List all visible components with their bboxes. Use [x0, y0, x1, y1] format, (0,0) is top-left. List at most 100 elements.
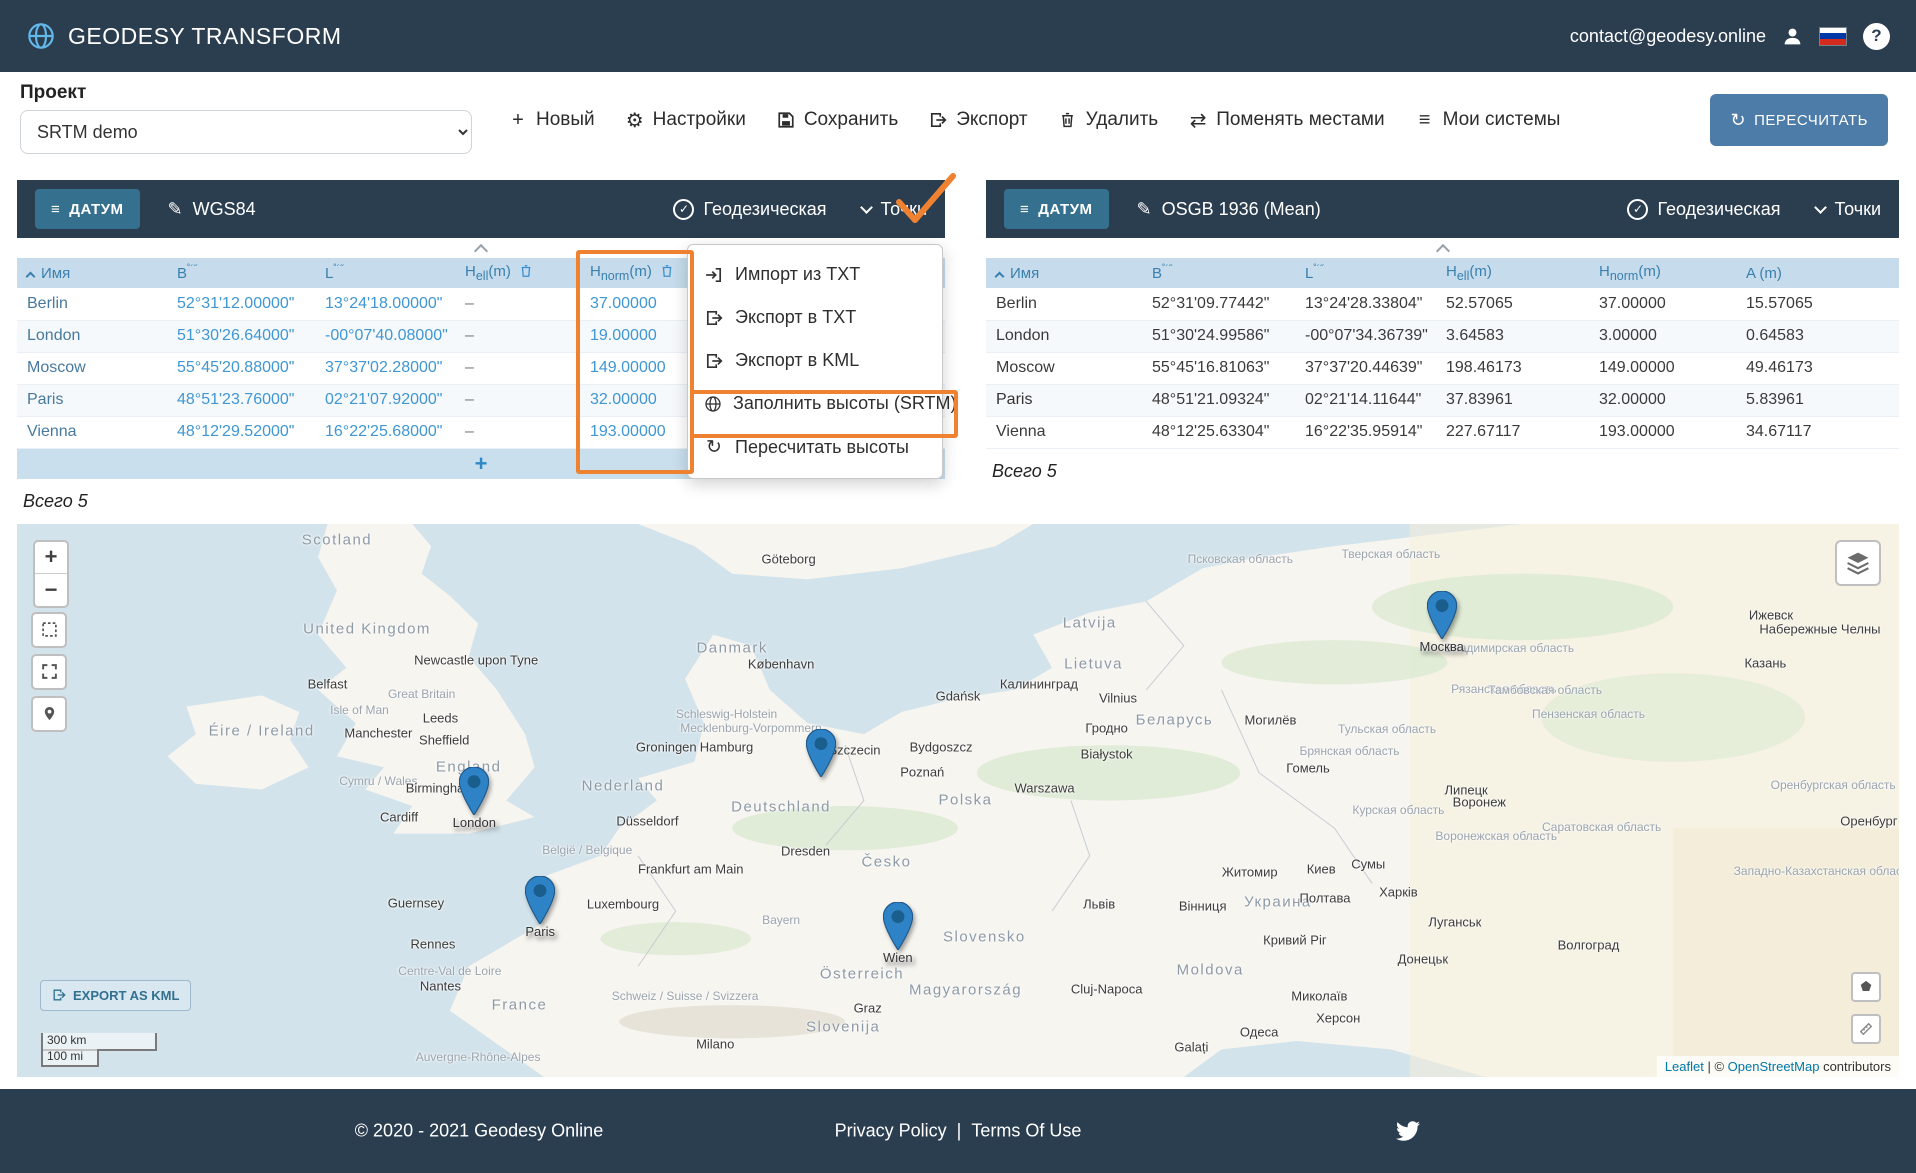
column-header-a[interactable]: A (m): [1736, 258, 1899, 288]
map-label: Česko: [861, 854, 911, 871]
menu-item-export-kml[interactable]: Экспорт в KML: [688, 339, 942, 382]
swap-icon: ⇄: [1188, 108, 1208, 133]
map-label: Миколаїв: [1291, 988, 1347, 1003]
map-label: Казань: [1744, 655, 1786, 670]
map-label: Manchester: [344, 725, 412, 740]
map-label: Волгоград: [1558, 938, 1620, 953]
map-label: Mecklenburg-Vorpommern: [680, 721, 821, 735]
help-icon[interactable]: ?: [1863, 23, 1890, 50]
plus-icon: +: [508, 109, 528, 132]
column-header-l[interactable]: L˚´˝: [1295, 258, 1436, 288]
map-label: Éire / Ireland: [209, 722, 315, 739]
map-label: Polska: [939, 792, 993, 809]
map-label: Frankfurt am Main: [638, 861, 743, 876]
map-label: Isle of Man: [330, 703, 389, 717]
zoom-out-button[interactable]: −: [35, 574, 67, 606]
marker-label: Wien: [883, 950, 913, 965]
map-marker-paris[interactable]: Paris: [525, 876, 555, 924]
marker-label: Москва: [1419, 639, 1463, 654]
map-label: Херсон: [1316, 1010, 1360, 1025]
leaflet-link[interactable]: Leaflet: [1665, 1059, 1704, 1074]
map-label: Саратовская область: [1542, 820, 1661, 834]
export-as-kml-button[interactable]: EXPORT AS KML: [40, 980, 191, 1011]
layers-button[interactable]: [1835, 540, 1881, 586]
my-systems-button[interactable]: ≡ Мои системы: [1415, 109, 1561, 132]
column-header-hell[interactable]: Hell(m): [1436, 258, 1589, 288]
map[interactable]: ScotlandUnited KingdomGreat BritainIsle …: [17, 524, 1899, 1077]
draw-tool-button[interactable]: [1851, 972, 1881, 1002]
osm-link[interactable]: OpenStreetMap: [1728, 1059, 1820, 1074]
map-label: Moldova: [1177, 962, 1244, 979]
map-label: Владимирская область: [1445, 641, 1574, 655]
map-label: Донецьк: [1398, 952, 1449, 967]
menu-item-import-txt[interactable]: Импорт из TXT: [688, 253, 942, 296]
settings-button[interactable]: ⚙ Настройки: [625, 108, 746, 133]
coord-type-selector[interactable]: ✓ Геодезическая: [1627, 199, 1780, 220]
swap-button[interactable]: ⇄ Поменять местами: [1188, 108, 1384, 133]
datum-name[interactable]: ✎ WGS84: [168, 199, 256, 220]
twitter-icon[interactable]: [1394, 1119, 1422, 1143]
map-marker-london[interactable]: London: [459, 767, 489, 815]
datum-button[interactable]: ≡ ДАТУМ: [35, 189, 140, 229]
menu-item-fill-heights-srtm[interactable]: Заполнить высоты (SRTM): [688, 382, 942, 425]
privacy-policy-link[interactable]: Privacy Policy: [835, 1120, 947, 1141]
export-icon: [928, 111, 948, 129]
column-header-l[interactable]: L˚´˝: [315, 258, 455, 288]
project-select[interactable]: SRTM demo: [20, 110, 472, 154]
map-marker-berlin[interactable]: [806, 729, 836, 777]
column-header-b[interactable]: B˚´˝: [1142, 258, 1295, 288]
table-row: London 51°30'24.99586" -00°07'34.36739" …: [986, 320, 1899, 352]
total-count: Всего 5: [992, 461, 1899, 482]
brand: GEODESY TRANSFORM: [26, 21, 341, 51]
column-header-hnorm[interactable]: Hnorm(m): [580, 258, 690, 288]
column-header-hnorm[interactable]: Hnorm(m): [1589, 258, 1736, 288]
map-label: Warszawa: [1014, 780, 1074, 795]
map-marker-wien[interactable]: Wien: [883, 902, 913, 950]
datum-name[interactable]: ✎ OSGB 1936 (Mean): [1137, 199, 1321, 220]
map-label: Newcastle upon Tyne: [414, 652, 538, 667]
map-label: Тульская область: [1338, 722, 1436, 736]
add-marker-button[interactable]: [31, 696, 67, 732]
map-label: Гродно: [1085, 720, 1127, 735]
datum-button[interactable]: ≡ ДАТУМ: [1004, 189, 1109, 229]
points-dropdown[interactable]: Точки: [862, 199, 927, 220]
measure-tool-button[interactable]: [1851, 1014, 1881, 1044]
coord-type-selector[interactable]: ✓ Геодезическая: [673, 199, 826, 220]
column-header-name[interactable]: Имя: [986, 258, 1142, 288]
terms-link[interactable]: Terms Of Use: [971, 1120, 1081, 1141]
marker-label: London: [453, 815, 496, 830]
column-header-hell[interactable]: Hell(m): [455, 258, 580, 288]
delete-button[interactable]: Удалить: [1058, 109, 1159, 131]
points-menu: Импорт из TXT Экспорт в TXT Экспорт в KM…: [687, 244, 943, 479]
map-label: Луганськ: [1428, 915, 1481, 930]
russian-flag-icon[interactable]: [1819, 27, 1847, 46]
panel-osgb: ≡ ДАТУМ ✎ OSGB 1936 (Mean) ✓ Геодезическ…: [986, 180, 1899, 482]
map-label: Rennes: [411, 937, 456, 952]
map-label: Воронежская область: [1435, 829, 1557, 843]
column-header-b[interactable]: B˚´˝: [167, 258, 315, 288]
export-button[interactable]: Экспорт: [928, 109, 1027, 131]
menu-item-recalc-heights[interactable]: ↻ Пересчитать высоты: [688, 425, 942, 470]
save-button[interactable]: Сохранить: [776, 109, 898, 131]
map-marker-moscow[interactable]: Москва: [1427, 591, 1457, 639]
user-icon[interactable]: [1782, 26, 1803, 47]
map-label: Курская область: [1352, 803, 1444, 817]
export-icon: [704, 309, 724, 327]
caret-up-icon: [1435, 244, 1449, 258]
box-select-button[interactable]: [31, 612, 67, 648]
clear-column-trash-icon[interactable]: [660, 265, 674, 282]
recalculate-button[interactable]: ↻ ПЕРЕСЧИТАТЬ: [1710, 94, 1888, 146]
fullscreen-button[interactable]: [31, 654, 67, 690]
zoom-in-button[interactable]: +: [35, 542, 67, 574]
contact-email[interactable]: contact@geodesy.online: [1570, 26, 1766, 47]
points-dropdown[interactable]: Точки: [1816, 199, 1881, 220]
globe-logo-icon: [26, 21, 56, 51]
clear-column-trash-icon[interactable]: [519, 265, 533, 282]
menu-item-export-txt[interactable]: Экспорт в TXT: [688, 296, 942, 339]
collapse-toggle[interactable]: [986, 238, 1899, 258]
column-header-name[interactable]: Имя: [17, 258, 167, 288]
scale-control: 300 km 100 mi: [41, 1033, 157, 1067]
chevron-down-icon: [1815, 201, 1828, 214]
map-label: Полтава: [1300, 890, 1351, 905]
new-button[interactable]: + Новый: [508, 109, 595, 132]
